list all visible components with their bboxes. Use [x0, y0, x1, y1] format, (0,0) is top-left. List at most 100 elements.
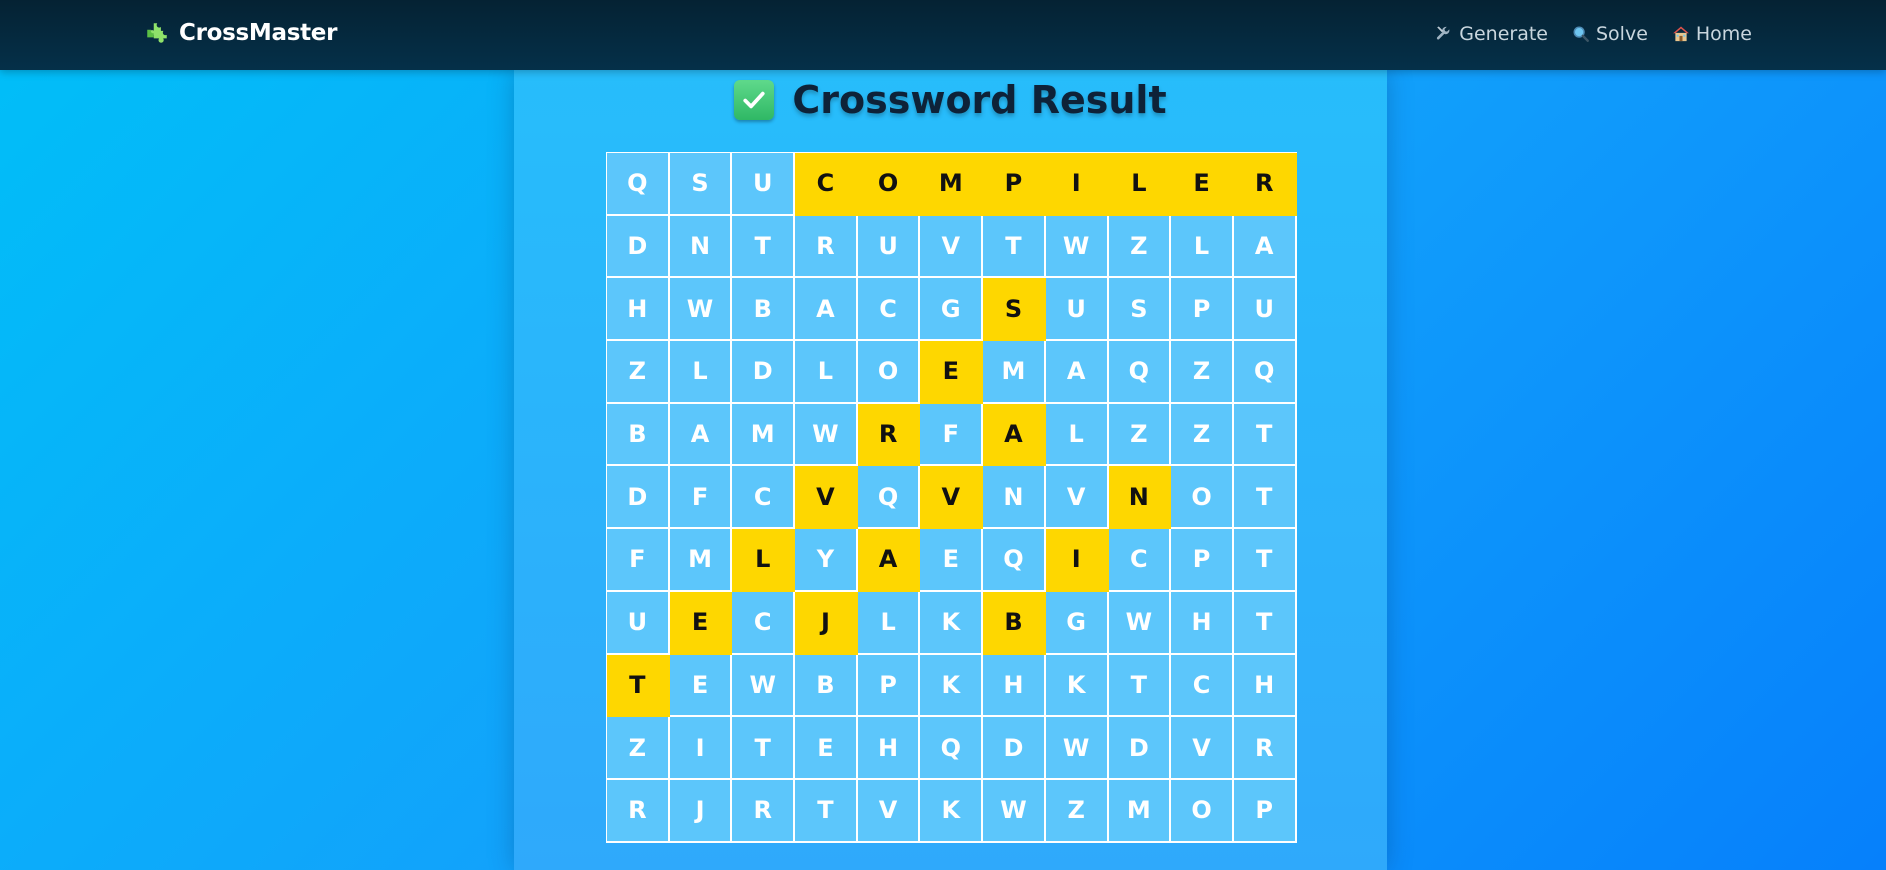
grid-cell[interactable]: A: [669, 403, 733, 467]
highlighted-grid-cell[interactable]: A: [983, 403, 1046, 467]
highlighted-grid-cell[interactable]: E: [920, 341, 984, 404]
grid-cell[interactable]: B: [607, 403, 670, 467]
grid-cell[interactable]: P: [1171, 529, 1234, 592]
highlighted-grid-cell[interactable]: C: [795, 153, 858, 216]
grid-cell[interactable]: U: [1233, 278, 1297, 342]
grid-cell[interactable]: D: [607, 215, 670, 279]
grid-cell[interactable]: P: [1233, 779, 1297, 843]
grid-cell[interactable]: R: [1233, 717, 1297, 780]
grid-cell[interactable]: L: [1171, 215, 1234, 279]
grid-cell[interactable]: A: [1045, 341, 1109, 404]
grid-cell[interactable]: F: [669, 466, 733, 530]
nav-home-link[interactable]: Home: [1672, 23, 1752, 45]
grid-cell[interactable]: S: [669, 153, 733, 216]
grid-cell[interactable]: Q: [607, 153, 670, 216]
grid-cell[interactable]: M: [983, 341, 1046, 404]
grid-cell[interactable]: U: [1045, 278, 1109, 342]
highlighted-grid-cell[interactable]: T: [607, 654, 670, 718]
grid-cell[interactable]: T: [795, 779, 858, 843]
grid-cell[interactable]: D: [1108, 717, 1172, 780]
grid-cell[interactable]: J: [669, 779, 733, 843]
nav-solve-link[interactable]: Solve: [1572, 23, 1648, 45]
grid-cell[interactable]: E: [920, 529, 984, 592]
grid-cell[interactable]: K: [920, 779, 984, 843]
grid-cell[interactable]: Z: [1108, 403, 1172, 467]
grid-cell[interactable]: B: [732, 278, 796, 342]
highlighted-grid-cell[interactable]: V: [920, 466, 984, 530]
grid-cell[interactable]: O: [1171, 779, 1234, 843]
highlighted-grid-cell[interactable]: V: [795, 466, 858, 530]
grid-cell[interactable]: Q: [1108, 341, 1172, 404]
grid-cell[interactable]: Q: [920, 717, 984, 780]
grid-cell[interactable]: R: [795, 215, 858, 279]
grid-cell[interactable]: Q: [983, 529, 1046, 592]
grid-cell[interactable]: C: [857, 278, 921, 342]
grid-cell[interactable]: T: [732, 215, 796, 279]
grid-cell[interactable]: L: [1045, 403, 1109, 467]
grid-cell[interactable]: N: [669, 215, 733, 279]
grid-cell[interactable]: H: [983, 654, 1046, 718]
grid-cell[interactable]: W: [1045, 215, 1109, 279]
grid-cell[interactable]: C: [732, 466, 796, 530]
highlighted-grid-cell[interactable]: I: [1045, 529, 1109, 592]
grid-cell[interactable]: R: [732, 779, 796, 843]
grid-cell[interactable]: C: [1108, 529, 1172, 592]
grid-cell[interactable]: S: [1108, 278, 1172, 342]
grid-cell[interactable]: N: [983, 466, 1046, 530]
grid-cell[interactable]: Z: [1171, 341, 1234, 404]
grid-cell[interactable]: U: [607, 591, 670, 655]
grid-cell[interactable]: Z: [1171, 403, 1234, 467]
grid-cell[interactable]: P: [1171, 278, 1234, 342]
grid-cell[interactable]: W: [1108, 591, 1172, 655]
grid-cell[interactable]: T: [1233, 403, 1297, 467]
grid-cell[interactable]: H: [1171, 591, 1234, 655]
grid-cell[interactable]: G: [920, 278, 984, 342]
grid-cell[interactable]: Q: [857, 466, 921, 530]
grid-cell[interactable]: K: [920, 591, 984, 655]
highlighted-grid-cell[interactable]: E: [1171, 153, 1234, 216]
grid-cell[interactable]: B: [795, 654, 858, 718]
grid-cell[interactable]: E: [795, 717, 858, 780]
highlighted-grid-cell[interactable]: S: [983, 278, 1046, 342]
grid-cell[interactable]: T: [1233, 591, 1297, 655]
grid-cell[interactable]: Z: [607, 717, 670, 780]
grid-cell[interactable]: C: [732, 591, 796, 655]
grid-cell[interactable]: O: [1171, 466, 1234, 530]
grid-cell[interactable]: H: [1233, 654, 1297, 718]
grid-cell[interactable]: Z: [607, 341, 670, 404]
grid-cell[interactable]: M: [1108, 779, 1172, 843]
grid-cell[interactable]: T: [732, 717, 796, 780]
highlighted-grid-cell[interactable]: O: [857, 153, 921, 216]
grid-cell[interactable]: A: [1233, 215, 1297, 279]
grid-cell[interactable]: O: [857, 341, 921, 404]
grid-cell[interactable]: H: [857, 717, 921, 780]
grid-cell[interactable]: W: [669, 278, 733, 342]
grid-cell[interactable]: W: [1045, 717, 1109, 780]
highlighted-grid-cell[interactable]: R: [857, 403, 921, 467]
grid-cell[interactable]: T: [1108, 654, 1172, 718]
grid-cell[interactable]: D: [732, 341, 796, 404]
grid-cell[interactable]: M: [669, 529, 733, 592]
grid-cell[interactable]: W: [732, 654, 796, 718]
grid-cell[interactable]: M: [732, 403, 796, 467]
grid-cell[interactable]: W: [983, 779, 1046, 843]
grid-cell[interactable]: E: [669, 654, 733, 718]
highlighted-grid-cell[interactable]: M: [920, 153, 984, 216]
highlighted-grid-cell[interactable]: L: [732, 529, 796, 592]
grid-cell[interactable]: V: [1171, 717, 1234, 780]
grid-cell[interactable]: U: [857, 215, 921, 279]
highlighted-grid-cell[interactable]: I: [1045, 153, 1109, 216]
grid-cell[interactable]: L: [669, 341, 733, 404]
grid-cell[interactable]: K: [920, 654, 984, 718]
grid-cell[interactable]: L: [795, 341, 858, 404]
grid-cell[interactable]: K: [1045, 654, 1109, 718]
grid-cell[interactable]: T: [1233, 466, 1297, 530]
grid-cell[interactable]: A: [795, 278, 858, 342]
grid-cell[interactable]: P: [857, 654, 921, 718]
grid-cell[interactable]: Z: [1045, 779, 1109, 843]
grid-cell[interactable]: I: [669, 717, 733, 780]
nav-generate-link[interactable]: Generate: [1435, 23, 1548, 45]
highlighted-grid-cell[interactable]: J: [795, 591, 858, 655]
highlighted-grid-cell[interactable]: B: [983, 591, 1046, 655]
grid-cell[interactable]: H: [607, 278, 670, 342]
